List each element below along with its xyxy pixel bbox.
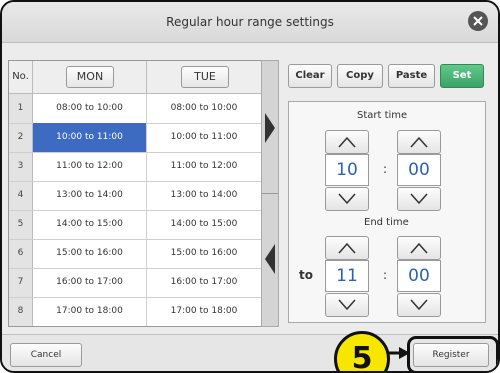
table-row: 5 14:00 to 15:00 14:00 to 15:00 — [9, 210, 261, 240]
window-title: Regular hour range settings — [166, 15, 334, 29]
start-hour-up-button[interactable] — [325, 130, 369, 154]
title-bar: Regular hour range settings — [2, 2, 498, 43]
chevron-down-icon — [410, 299, 428, 311]
row-number: 2 — [17, 132, 24, 142]
table-cell-tue[interactable]: 15:00 to 16:00 — [147, 239, 261, 268]
register-highlight-outline — [407, 336, 498, 371]
end-minute-up-button[interactable] — [397, 236, 441, 260]
header-no: No. — [9, 61, 32, 94]
header-mon: MON — [33, 61, 147, 94]
cancel-button[interactable]: Cancel — [10, 343, 82, 367]
chevron-down-icon — [338, 193, 356, 205]
table-row: 4 13:00 to 14:00 13:00 to 14:00 — [9, 181, 261, 211]
end-hour-down-button[interactable] — [325, 293, 369, 317]
chevron-down-icon — [338, 299, 356, 311]
row-number: 3 — [17, 161, 24, 171]
end-minute-value[interactable]: 00 — [397, 260, 441, 292]
row-number: 7 — [17, 277, 24, 287]
start-hour-down-button[interactable] — [325, 187, 369, 211]
table-row: 8 17:00 to 18:00 17:00 to 18:00 — [9, 297, 261, 326]
start-time-separator: : — [383, 162, 388, 176]
row-number: 8 — [17, 306, 24, 316]
mon-button[interactable]: MON — [66, 66, 114, 88]
close-icon — [473, 16, 483, 26]
time-panel: Start time 10 : 00 End time to 11 : 00 — [288, 101, 486, 323]
table-cell-mon-selected[interactable]: 10:00 to 11:00 — [33, 123, 147, 152]
end-time-separator: : — [383, 268, 388, 282]
clear-button[interactable]: Clear — [288, 64, 332, 88]
row-number: 5 — [17, 219, 24, 229]
arrow-divider — [262, 193, 278, 194]
table-cell-mon[interactable]: 14:00 to 15:00 — [33, 210, 147, 239]
end-time-label: End time — [364, 217, 409, 228]
table-cell-tue[interactable]: 10:00 to 11:00 — [147, 123, 261, 152]
chevron-down-icon — [410, 193, 428, 205]
table-cell-tue[interactable]: 14:00 to 15:00 — [147, 210, 261, 239]
chevron-up-icon — [410, 242, 428, 254]
set-button[interactable]: Set — [440, 64, 484, 88]
table-row: 2 10:00 to 11:00 10:00 to 11:00 — [9, 123, 261, 153]
table-cell-tue[interactable]: 08:00 to 10:00 — [147, 94, 261, 123]
start-minute-down-button[interactable] — [397, 187, 441, 211]
close-button[interactable] — [468, 11, 488, 31]
table-row: 6 15:00 to 16:00 15:00 to 16:00 — [9, 239, 261, 269]
header-tue: TUE — [147, 61, 261, 94]
table-row: 1 08:00 to 10:00 08:00 to 10:00 — [9, 94, 261, 124]
table-cell-mon[interactable]: 15:00 to 16:00 — [33, 239, 147, 268]
row-number: 6 — [17, 248, 24, 258]
transfer-arrow-column — [261, 60, 279, 327]
table-cell-mon[interactable]: 13:00 to 14:00 — [33, 181, 147, 210]
start-minute-up-button[interactable] — [397, 130, 441, 154]
table-cell-mon[interactable]: 17:00 to 18:00 — [33, 297, 147, 326]
table-cell-tue[interactable]: 11:00 to 12:00 — [147, 152, 261, 181]
table-cell-mon[interactable]: 16:00 to 17:00 — [33, 268, 147, 297]
tue-button[interactable]: TUE — [181, 66, 229, 88]
start-time-label: Start time — [357, 110, 408, 121]
end-minute-down-button[interactable] — [397, 293, 441, 317]
table-cell-mon[interactable]: 08:00 to 10:00 — [33, 94, 147, 123]
start-minute-value[interactable]: 00 — [397, 154, 441, 186]
paste-button[interactable]: Paste — [388, 64, 435, 88]
row-number: 4 — [17, 190, 24, 200]
table-cell-tue[interactable]: 16:00 to 17:00 — [147, 268, 261, 297]
table-cell-tue[interactable]: 17:00 to 18:00 — [147, 297, 261, 326]
schedule-table: No. MON TUE 1 08:00 to 10:00 08:00 to 10… — [8, 60, 262, 327]
chevron-up-icon — [410, 136, 428, 148]
chevron-up-icon — [338, 242, 356, 254]
table-cell-tue[interactable]: 13:00 to 14:00 — [147, 181, 261, 210]
triangle-right-icon[interactable] — [265, 113, 275, 143]
table-cell-mon[interactable]: 11:00 to 12:00 — [33, 152, 147, 181]
row-number: 1 — [17, 103, 24, 113]
table-row: 3 11:00 to 12:00 11:00 to 12:00 — [9, 152, 261, 182]
end-hour-up-button[interactable] — [325, 236, 369, 260]
settings-window: Regular hour range settings No. MON TUE … — [0, 0, 500, 373]
table-row: 7 16:00 to 17:00 16:00 to 17:00 — [9, 268, 261, 298]
end-hour-value[interactable]: 11 — [325, 260, 369, 292]
chevron-up-icon — [338, 136, 356, 148]
start-hour-value[interactable]: 10 — [325, 154, 369, 186]
copy-button[interactable]: Copy — [337, 64, 383, 88]
triangle-left-icon[interactable] — [265, 244, 275, 274]
end-time-prefix: to — [299, 268, 313, 282]
